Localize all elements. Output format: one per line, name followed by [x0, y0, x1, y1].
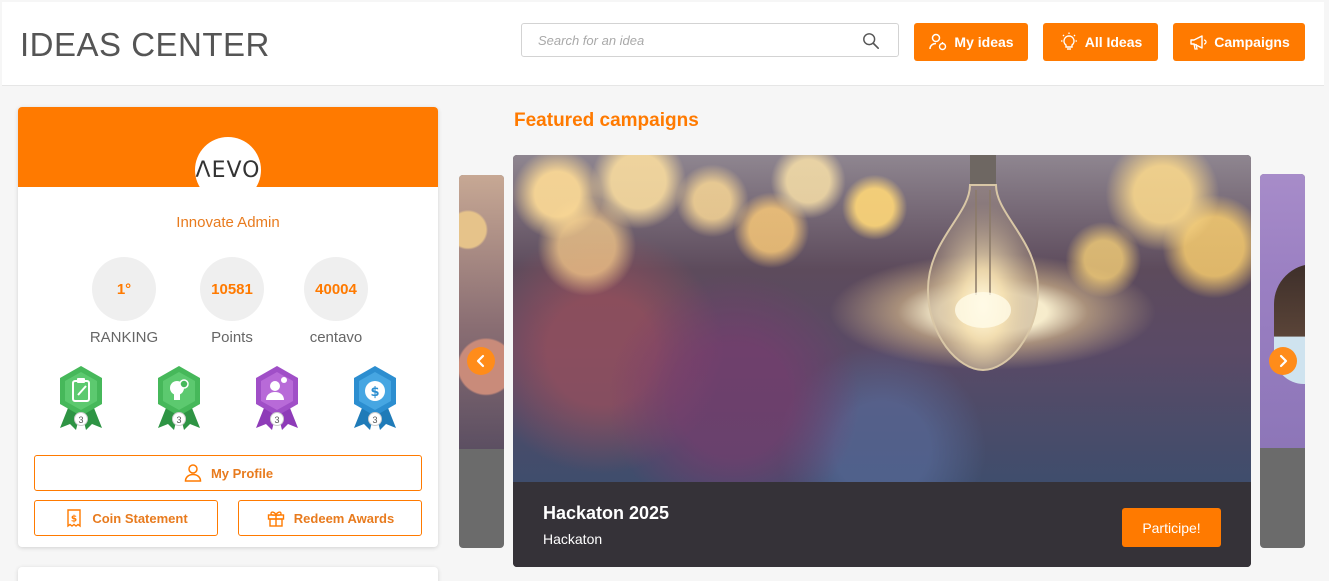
header-bar: IDEAS CENTER My ideas All Ideas Campaign…: [2, 2, 1324, 86]
chevron-right-icon: [1279, 354, 1288, 368]
all-ideas-button[interactable]: All Ideas: [1043, 23, 1158, 61]
badge-count: 3: [74, 412, 88, 426]
carousel-prev-button[interactable]: [467, 347, 495, 375]
badge-user-gear[interactable]: 3: [246, 364, 308, 432]
chevron-left-icon: [476, 354, 485, 368]
campaign-image: [1260, 174, 1305, 448]
search-box: [521, 23, 899, 57]
stat-value: 10581: [200, 257, 264, 321]
badge-count: 3: [172, 412, 186, 426]
stat-label: Points: [211, 329, 253, 346]
campaign-image: [513, 155, 1251, 482]
campaigns-button[interactable]: Campaigns: [1173, 23, 1305, 61]
coin-statement-button[interactable]: $ Coin Statement: [34, 500, 218, 536]
profile-card: ΛEVO Innovate Admin 1° RANKING 10581 Poi…: [18, 107, 438, 547]
carousel-next-button[interactable]: [1269, 347, 1297, 375]
stat-value: 40004: [304, 257, 368, 321]
coin-statement-label: Coin Statement: [92, 510, 188, 526]
stat-label: centavo: [309, 329, 363, 346]
avatar: ΛEVO: [195, 137, 261, 203]
stat-centavo: 40004 centavo: [296, 257, 376, 346]
featured-title: Featured campaigns: [514, 110, 699, 131]
page-title: IDEAS CENTER: [20, 26, 270, 63]
lightbulb-photo: [926, 155, 1040, 372]
stat-label: RANKING: [89, 329, 159, 346]
gift-icon: [267, 511, 284, 527]
campaign-type: Hackaton: [543, 531, 603, 547]
megaphone-icon: [1190, 35, 1207, 50]
stat-points: 10581 Points: [192, 257, 272, 346]
svg-text:$: $: [370, 385, 379, 400]
featured-campaign-card[interactable]: Hackaton 2025 Hackaton Participe!: [513, 155, 1251, 567]
my-profile-label: My Profile: [210, 465, 274, 481]
user-name: Innovate Admin: [176, 214, 280, 231]
badge-count: 3: [368, 412, 382, 426]
badge-count: 3: [270, 412, 284, 426]
my-profile-button[interactable]: My Profile: [34, 455, 422, 491]
badge-lightbulb[interactable]: 3: [148, 364, 210, 432]
secondary-card: [18, 567, 438, 581]
campaign-caption: Hackaton 2025 Hackaton Participe!: [513, 482, 1251, 567]
stat-value: 1°: [92, 257, 156, 321]
my-ideas-button[interactable]: My ideas: [914, 23, 1028, 61]
campaign-name: Hackaton 2025: [543, 503, 670, 523]
participate-button[interactable]: Participe!: [1122, 508, 1221, 547]
svg-text:$: $: [71, 515, 77, 525]
redeem-awards-button[interactable]: Redeem Awards: [238, 500, 422, 536]
redeem-awards-label: Redeem Awards: [293, 510, 395, 526]
receipt-icon: $: [67, 509, 82, 528]
user-icon: [184, 464, 202, 482]
search-input[interactable]: [538, 24, 858, 56]
lightbulb-icon: [1060, 32, 1077, 50]
all-ideas-label: All Ideas: [1084, 34, 1143, 50]
stat-ranking: 1° RANKING: [84, 257, 164, 346]
badge-dollar[interactable]: $ 3: [344, 364, 406, 432]
badge-clipboard[interactable]: 3: [50, 364, 112, 432]
search-icon[interactable]: [862, 32, 880, 50]
my-ideas-label: My ideas: [954, 34, 1014, 50]
campaign-image: [459, 175, 504, 449]
user-idea-icon: [929, 33, 947, 51]
campaigns-label: Campaigns: [1214, 34, 1290, 50]
